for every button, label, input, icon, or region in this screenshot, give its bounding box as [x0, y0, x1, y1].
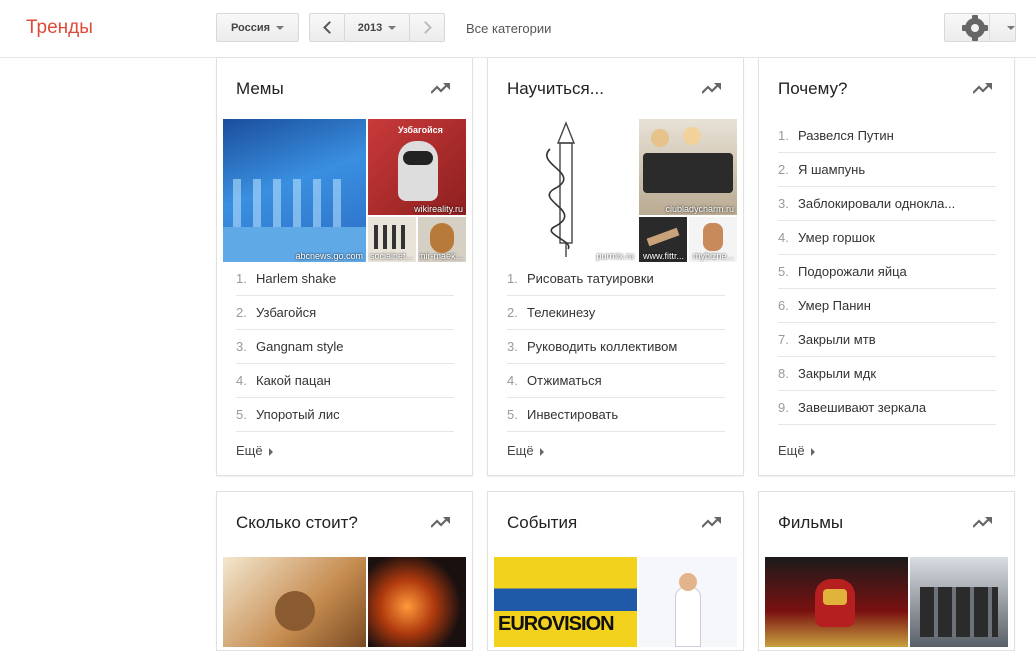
- trending-icon[interactable]: [431, 82, 451, 94]
- chevron-right-icon: [418, 21, 432, 34]
- list-item[interactable]: 2. Я шампунь: [778, 153, 996, 187]
- collage-image-universiade[interactable]: [639, 557, 737, 647]
- card-title: События: [507, 513, 578, 532]
- categories-select[interactable]: Все категории: [466, 21, 551, 36]
- collage-image-main[interactable]: abcnews.go.com: [223, 119, 366, 262]
- list-item[interactable]: 1. Рисовать татуировки: [507, 262, 725, 296]
- image-collage[interactable]: [223, 557, 466, 647]
- collage-image-small-1[interactable]: www.fittr...: [639, 217, 687, 262]
- list-item[interactable]: 1. Развелся Путин: [778, 119, 996, 153]
- list-item[interactable]: 3. Gangnam style: [236, 330, 454, 364]
- card-title: Научиться...: [507, 79, 604, 98]
- list-item[interactable]: 4. Какой пацан: [236, 364, 454, 398]
- list-item[interactable]: 6. Умер Панин: [778, 289, 996, 323]
- chevron-down-icon: [388, 25, 397, 30]
- card-title: Фильмы: [778, 513, 844, 532]
- collage-image-office[interactable]: clubladycharm.ru: [639, 119, 737, 215]
- image-collage[interactable]: [765, 557, 1008, 647]
- list-item[interactable]: 3. Заблокировали однокла...: [778, 187, 996, 221]
- trend-card-cost: Сколько стоит?: [216, 491, 473, 651]
- list-item[interactable]: 4. Умер горшок: [778, 221, 996, 255]
- gear-icon: [962, 14, 988, 41]
- more-link[interactable]: Ещё: [507, 443, 544, 458]
- app-logo[interactable]: Тренды: [26, 17, 93, 39]
- trending-icon[interactable]: [702, 516, 722, 528]
- chevron-down-icon: [1007, 26, 1015, 30]
- year-label: 2013: [357, 21, 383, 34]
- trend-card-memes: Мемы abcnews.go.com Узбагойся wikirealit…: [216, 57, 473, 476]
- card-title: Сколько стоит?: [236, 513, 358, 532]
- trending-icon[interactable]: [973, 516, 993, 528]
- list-item[interactable]: 1. Harlem shake: [236, 262, 454, 296]
- trending-icon[interactable]: [973, 82, 993, 94]
- list-item[interactable]: 5. Инвестировать: [507, 398, 725, 432]
- trend-list: 1. Развелся Путин 2. Я шампунь 3. Заблокиро…: [778, 119, 996, 425]
- chevron-down-icon: [276, 25, 285, 30]
- trend-list: 1. Harlem shake 2. Узбагойся 3. Gangnam sty…: [236, 262, 454, 432]
- collage-image-small-2[interactable]: mybizne...: [689, 217, 737, 262]
- prev-year-button[interactable]: [309, 13, 345, 42]
- collage-image-ironman[interactable]: [765, 557, 908, 647]
- triangle-right-icon: [539, 447, 544, 456]
- image-collage[interactable]: EUROVISION: [494, 557, 737, 647]
- collage-image-small-1[interactable]: socialnet...: [368, 217, 416, 262]
- trend-card-learn: Научиться... purmix.ru clubladycharm.ru …: [487, 57, 744, 476]
- list-item[interactable]: 2. Узбагойся: [236, 296, 454, 330]
- year-select[interactable]: 2013: [344, 13, 410, 42]
- collage-image-main[interactable]: [223, 557, 366, 647]
- trend-card-movies: Фильмы: [758, 491, 1015, 651]
- trend-card-events: События EUROVISION: [487, 491, 744, 651]
- list-item[interactable]: 3. Руководить коллективом: [507, 330, 725, 364]
- chevron-left-icon: [322, 21, 336, 34]
- image-collage[interactable]: abcnews.go.com Узбагойся wikireality.ru …: [223, 119, 466, 262]
- card-title: Мемы: [236, 79, 284, 98]
- country-select[interactable]: Россия: [216, 13, 299, 42]
- triangle-right-icon: [268, 447, 273, 456]
- list-item[interactable]: 8. Закрыли мдк: [778, 357, 996, 391]
- settings-button[interactable]: [944, 13, 1016, 42]
- list-item[interactable]: 4. Отжиматься: [507, 364, 725, 398]
- image-collage[interactable]: purmix.ru clubladycharm.ru www.fittr... …: [494, 119, 737, 262]
- country-label: Россия: [230, 21, 271, 34]
- top-bar: Тренды Россия 2013 Все категории: [0, 0, 1036, 58]
- list-item[interactable]: 5. Подорожали яйца: [778, 255, 996, 289]
- next-year-button[interactable]: [409, 13, 445, 42]
- collage-image-lemur[interactable]: Узбагойся wikireality.ru: [368, 119, 466, 215]
- triangle-right-icon: [810, 447, 815, 456]
- collage-image-main[interactable]: purmix.ru: [494, 119, 637, 262]
- trend-card-why: Почему? 1. Развелся Путин 2. Я шампунь 3. З…: [758, 57, 1015, 476]
- collage-image-eurovision[interactable]: EUROVISION: [494, 557, 637, 647]
- list-item[interactable]: 2. Телекинезу: [507, 296, 725, 330]
- collage-image-fastfurious[interactable]: [910, 557, 1008, 647]
- card-title: Почему?: [778, 79, 848, 98]
- list-item[interactable]: 7. Закрыли мтв: [778, 323, 996, 357]
- more-link[interactable]: Ещё: [778, 443, 815, 458]
- collage-image-meteor[interactable]: [368, 557, 466, 647]
- collage-image-small-2[interactable]: mir-maek...: [418, 217, 466, 262]
- list-item[interactable]: 9. Завешивают зеркала: [778, 391, 996, 425]
- list-item[interactable]: 5. Упоротый лис: [236, 398, 454, 432]
- trending-icon[interactable]: [431, 516, 451, 528]
- more-link[interactable]: Ещё: [236, 443, 273, 458]
- trend-list: 1. Рисовать татуировки 2. Телекинезу 3. Рук…: [507, 262, 725, 432]
- trending-icon[interactable]: [702, 82, 722, 94]
